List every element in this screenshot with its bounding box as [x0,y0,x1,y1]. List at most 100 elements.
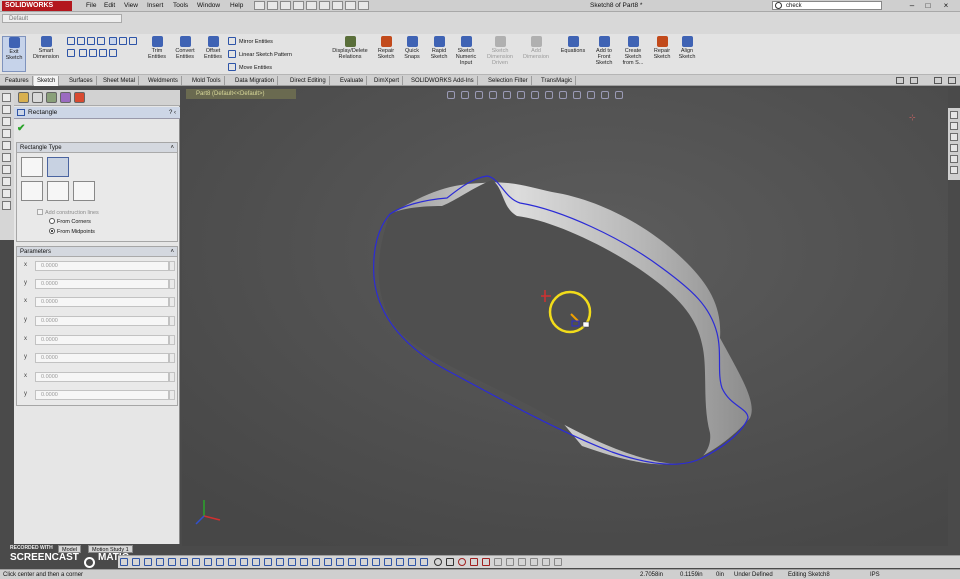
smart-dimension-button[interactable]: Smart Dimension [30,36,62,60]
tool-20-icon[interactable] [348,558,356,566]
dynamic-annotation-icon[interactable] [503,91,511,99]
tab-evaluate[interactable]: Evaluate [337,76,368,86]
menu-edit[interactable]: Edit [104,2,115,9]
dimxpert-tab-icon[interactable] [60,92,71,103]
close-doc-icon[interactable] [948,77,956,84]
tool-11-icon[interactable] [240,558,248,566]
spinner-icon[interactable] [169,261,175,271]
display-pane-icon[interactable] [615,91,623,99]
spinner-icon[interactable] [169,335,175,345]
help-icon[interactable]: ? ‹ [169,107,176,119]
print-icon[interactable] [293,1,304,10]
previous-view-icon[interactable] [475,91,483,99]
tool-9-icon[interactable] [216,558,224,566]
apply-scene-icon[interactable] [573,91,581,99]
rotate-tool-icon[interactable] [2,153,11,162]
pan-tool-icon[interactable] [2,165,11,174]
copy-tool-icon[interactable] [2,105,11,114]
slot-icon[interactable] [78,49,87,57]
spline-icon[interactable] [87,37,95,45]
minimize-icon[interactable]: – [906,1,918,10]
spinner-icon[interactable] [169,316,175,326]
tool-26-icon[interactable] [420,558,428,566]
menu-tools[interactable]: Tools [173,2,188,9]
rebuild-icon[interactable] [332,1,343,10]
new-icon[interactable] [254,1,265,10]
menu-window[interactable]: Window [197,2,220,9]
tool-7-icon[interactable] [192,558,200,566]
view-palette-icon[interactable] [950,155,958,163]
edit-appearance-icon[interactable] [559,91,567,99]
save-icon[interactable] [280,1,291,10]
appearance-tool-icon[interactable] [2,201,11,210]
tool-16-icon[interactable] [300,558,308,566]
menu-view[interactable]: View [124,2,138,9]
feature-tree-flyout[interactable]: Part8 (Default<<Default>) [186,89,296,99]
configuration-tab-icon[interactable] [46,92,57,103]
ellipse-icon[interactable] [88,49,97,57]
trim-entities-button[interactable]: Trim Entities [146,36,168,60]
tool-22-icon[interactable] [372,558,380,566]
spinner-icon[interactable] [169,390,175,400]
options-icon[interactable] [358,1,369,10]
design-library-icon[interactable] [950,133,958,141]
relation-tool-icon[interactable] [2,177,11,186]
linear-pattern-button[interactable]: Linear Sketch Pattern [228,49,292,62]
arc-icon[interactable] [118,37,127,45]
rectangle-type-header[interactable]: Rectangle Type ˄ [17,143,177,153]
grid-icon[interactable] [553,558,562,566]
equations-button[interactable]: Equations [558,36,588,54]
exit-sketch-button[interactable]: Exit Sketch [2,36,26,72]
display-tab-icon[interactable] [74,92,85,103]
corner-rectangle-icon[interactable] [21,157,43,177]
undo-icon[interactable] [306,1,317,10]
tool-14-icon[interactable] [276,558,284,566]
tool-1-icon[interactable] [120,558,128,566]
tool-13-icon[interactable] [264,558,272,566]
spinner-icon[interactable] [169,297,175,307]
circle-icon[interactable] [457,558,466,566]
polygon-icon[interactable] [128,37,137,45]
tool-10-icon[interactable] [228,558,236,566]
tab-motion-study[interactable]: Motion Study 1 [88,545,133,553]
select-tool-icon[interactable] [2,117,11,126]
move-entities-button[interactable]: Move Entities [228,62,292,75]
create-sketch-from-button[interactable]: Create Sketch from S... [620,36,646,66]
sketch-numeric-input-button[interactable]: Sketch Numeric Input [452,36,480,66]
fillet-icon[interactable] [98,49,107,57]
display-style-icon[interactable] [531,91,539,99]
tool-25-icon[interactable] [408,558,416,566]
tab-transmagic[interactable]: TransMagic [538,76,577,86]
menu-help[interactable]: Help [230,2,243,9]
restore-icon[interactable] [934,77,942,84]
tool-4-icon[interactable] [156,558,164,566]
tool-19-icon[interactable] [336,558,344,566]
realview-icon[interactable] [601,91,609,99]
tab-addins[interactable]: SOLIDWORKS Add-Ins [408,76,478,86]
view-tool-icon[interactable] [2,129,11,138]
tab-direct-editing[interactable]: Direct Editing [287,76,330,86]
constraint-tool-icon[interactable] [2,189,11,198]
spinner-icon[interactable] [169,279,175,289]
tab-sheet-metal[interactable]: Sheet Metal [100,76,140,86]
ok-button[interactable]: ✔ [17,123,25,134]
construction-icon[interactable] [529,558,538,566]
cascade-icon[interactable] [910,77,918,84]
tab-dimxpert[interactable]: DimXpert [371,76,404,86]
graphics-area[interactable]: ⊹ Part8 (Default<<Default>) [182,88,948,546]
home-icon[interactable] [950,111,958,119]
convert-entities-button[interactable]: Convert Entities [172,36,198,60]
extend-icon[interactable] [505,558,514,566]
tool-23-icon[interactable] [384,558,392,566]
tab-sketch[interactable]: Sketch [34,76,60,86]
appearances-icon[interactable] [950,166,958,174]
tool-3-icon[interactable] [144,558,152,566]
align-sketch-button[interactable]: Align Sketch [676,36,698,60]
rapid-sketch-button[interactable]: Rapid Sketch [428,36,450,60]
tool-15-icon[interactable] [288,558,296,566]
from-midpoints-radio[interactable]: From Midpoints [49,228,95,235]
select-icon[interactable] [319,1,330,10]
resources-icon[interactable] [950,122,958,130]
3point-center-rectangle-icon[interactable] [47,181,69,201]
file-explorer-icon[interactable] [950,144,958,152]
